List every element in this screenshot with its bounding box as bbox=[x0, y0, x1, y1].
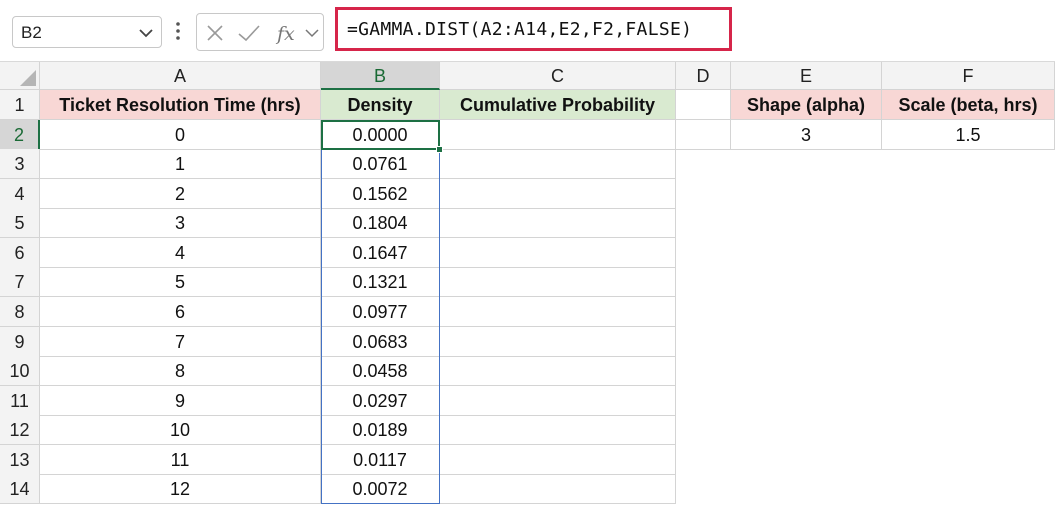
row-header-12[interactable]: 12 bbox=[0, 415, 40, 446]
select-all-icon bbox=[20, 70, 36, 86]
cell-cumulative[interactable] bbox=[440, 237, 676, 268]
more-options-icon[interactable] bbox=[174, 18, 182, 44]
cell-cumulative[interactable] bbox=[440, 208, 676, 239]
row-header-3[interactable]: 3 bbox=[0, 149, 40, 180]
column-header-b[interactable]: B bbox=[321, 62, 440, 90]
expand-formula-icon[interactable] bbox=[304, 24, 320, 42]
name-box[interactable]: B2 bbox=[12, 16, 162, 48]
cell-time[interactable]: 9 bbox=[40, 385, 321, 416]
insert-function-icon[interactable]: fx bbox=[275, 20, 301, 46]
row-header-5[interactable]: 5 bbox=[0, 208, 40, 239]
cell-cumulative[interactable] bbox=[440, 119, 676, 150]
cell-cumulative[interactable] bbox=[440, 356, 676, 387]
column-header-a[interactable]: A bbox=[40, 62, 321, 90]
cell-density[interactable]: 0.0189 bbox=[321, 415, 440, 446]
cell-time[interactable]: 11 bbox=[40, 444, 321, 475]
cancel-icon[interactable] bbox=[205, 23, 225, 43]
select-all-corner[interactable] bbox=[0, 62, 40, 90]
cell-cumulative[interactable] bbox=[440, 149, 676, 180]
cell-cumulative[interactable] bbox=[440, 444, 676, 475]
row-header-2[interactable]: 2 bbox=[0, 119, 40, 150]
row-header-4[interactable]: 4 bbox=[0, 178, 40, 209]
cell-time[interactable]: 2 bbox=[40, 178, 321, 209]
header-ticket-resolution-time[interactable]: Ticket Resolution Time (hrs) bbox=[40, 90, 321, 120]
column-header-c[interactable]: C bbox=[440, 62, 676, 90]
cell-density[interactable]: 0.0683 bbox=[321, 326, 440, 357]
row-header-6[interactable]: 6 bbox=[0, 237, 40, 268]
cell-density[interactable]: 0.1804 bbox=[321, 208, 440, 239]
column-header-d[interactable]: D bbox=[676, 62, 731, 90]
header-density[interactable]: Density bbox=[321, 90, 440, 120]
cell-density[interactable]: 0.1562 bbox=[321, 178, 440, 209]
cell-density[interactable]: 0.1321 bbox=[321, 267, 440, 298]
cell-cumulative[interactable] bbox=[440, 415, 676, 446]
formula-bar: B2 fx =GAMMA.DIST(A2:A14,E2,F2,FALSE) bbox=[0, 0, 1055, 62]
fill-handle[interactable] bbox=[436, 146, 443, 153]
cell-density[interactable]: 0.1647 bbox=[321, 237, 440, 268]
cell-density[interactable]: 0.0297 bbox=[321, 385, 440, 416]
cell-density[interactable]: 0.0117 bbox=[321, 444, 440, 475]
name-box-value: B2 bbox=[21, 23, 42, 42]
row-header-13[interactable]: 13 bbox=[0, 444, 40, 475]
row-header-7[interactable]: 7 bbox=[0, 267, 40, 298]
formula-input[interactable]: =GAMMA.DIST(A2:A14,E2,F2,FALSE) bbox=[335, 7, 732, 51]
cell-shape-value[interactable]: 3 bbox=[731, 119, 882, 150]
cell-time[interactable]: 1 bbox=[40, 149, 321, 180]
cell-time[interactable]: 4 bbox=[40, 237, 321, 268]
cell-cumulative[interactable] bbox=[440, 178, 676, 209]
column-header-f[interactable]: F bbox=[882, 62, 1055, 90]
cell-d1[interactable] bbox=[676, 90, 731, 120]
cell-density[interactable]: 0.0072 bbox=[321, 474, 440, 505]
cell-cumulative[interactable] bbox=[440, 326, 676, 357]
row-header-10[interactable]: 10 bbox=[0, 356, 40, 387]
cell-time[interactable]: 8 bbox=[40, 356, 321, 387]
cell-density[interactable]: 0.0977 bbox=[321, 296, 440, 327]
formula-text: =GAMMA.DIST(A2:A14,E2,F2,FALSE) bbox=[347, 19, 693, 40]
row-header-11[interactable]: 11 bbox=[0, 385, 40, 416]
cell-cumulative[interactable] bbox=[440, 385, 676, 416]
enter-check-icon[interactable] bbox=[237, 23, 261, 43]
row-header-14[interactable]: 14 bbox=[0, 474, 40, 505]
cell-time[interactable]: 5 bbox=[40, 267, 321, 298]
column-header-e[interactable]: E bbox=[731, 62, 882, 90]
header-cumulative-probability[interactable]: Cumulative Probability bbox=[440, 90, 676, 120]
formula-controls: fx bbox=[196, 13, 324, 51]
cell-scale-value[interactable]: 1.5 bbox=[882, 119, 1055, 150]
row-header-8[interactable]: 8 bbox=[0, 296, 40, 327]
header-shape-alpha[interactable]: Shape (alpha) bbox=[731, 90, 882, 120]
active-cell-border bbox=[321, 120, 440, 150]
cell-time[interactable]: 3 bbox=[40, 208, 321, 239]
cell-cumulative[interactable] bbox=[440, 267, 676, 298]
cell-density[interactable]: 0.0458 bbox=[321, 356, 440, 387]
cell-time[interactable]: 0 bbox=[40, 119, 321, 150]
cell-density[interactable]: 0.0761 bbox=[321, 149, 440, 180]
header-scale-beta[interactable]: Scale (beta, hrs) bbox=[882, 90, 1055, 120]
cell-cumulative[interactable] bbox=[440, 474, 676, 505]
cell-time[interactable]: 10 bbox=[40, 415, 321, 446]
row-header-9[interactable]: 9 bbox=[0, 326, 40, 357]
svg-text:fx: fx bbox=[275, 23, 295, 45]
cell-cumulative[interactable] bbox=[440, 296, 676, 327]
cell-d2[interactable] bbox=[676, 119, 731, 150]
chevron-down-icon[interactable] bbox=[137, 22, 155, 42]
row-header-1[interactable]: 1 bbox=[0, 90, 40, 120]
cell-time[interactable]: 7 bbox=[40, 326, 321, 357]
cell-time[interactable]: 12 bbox=[40, 474, 321, 505]
cell-time[interactable]: 6 bbox=[40, 296, 321, 327]
